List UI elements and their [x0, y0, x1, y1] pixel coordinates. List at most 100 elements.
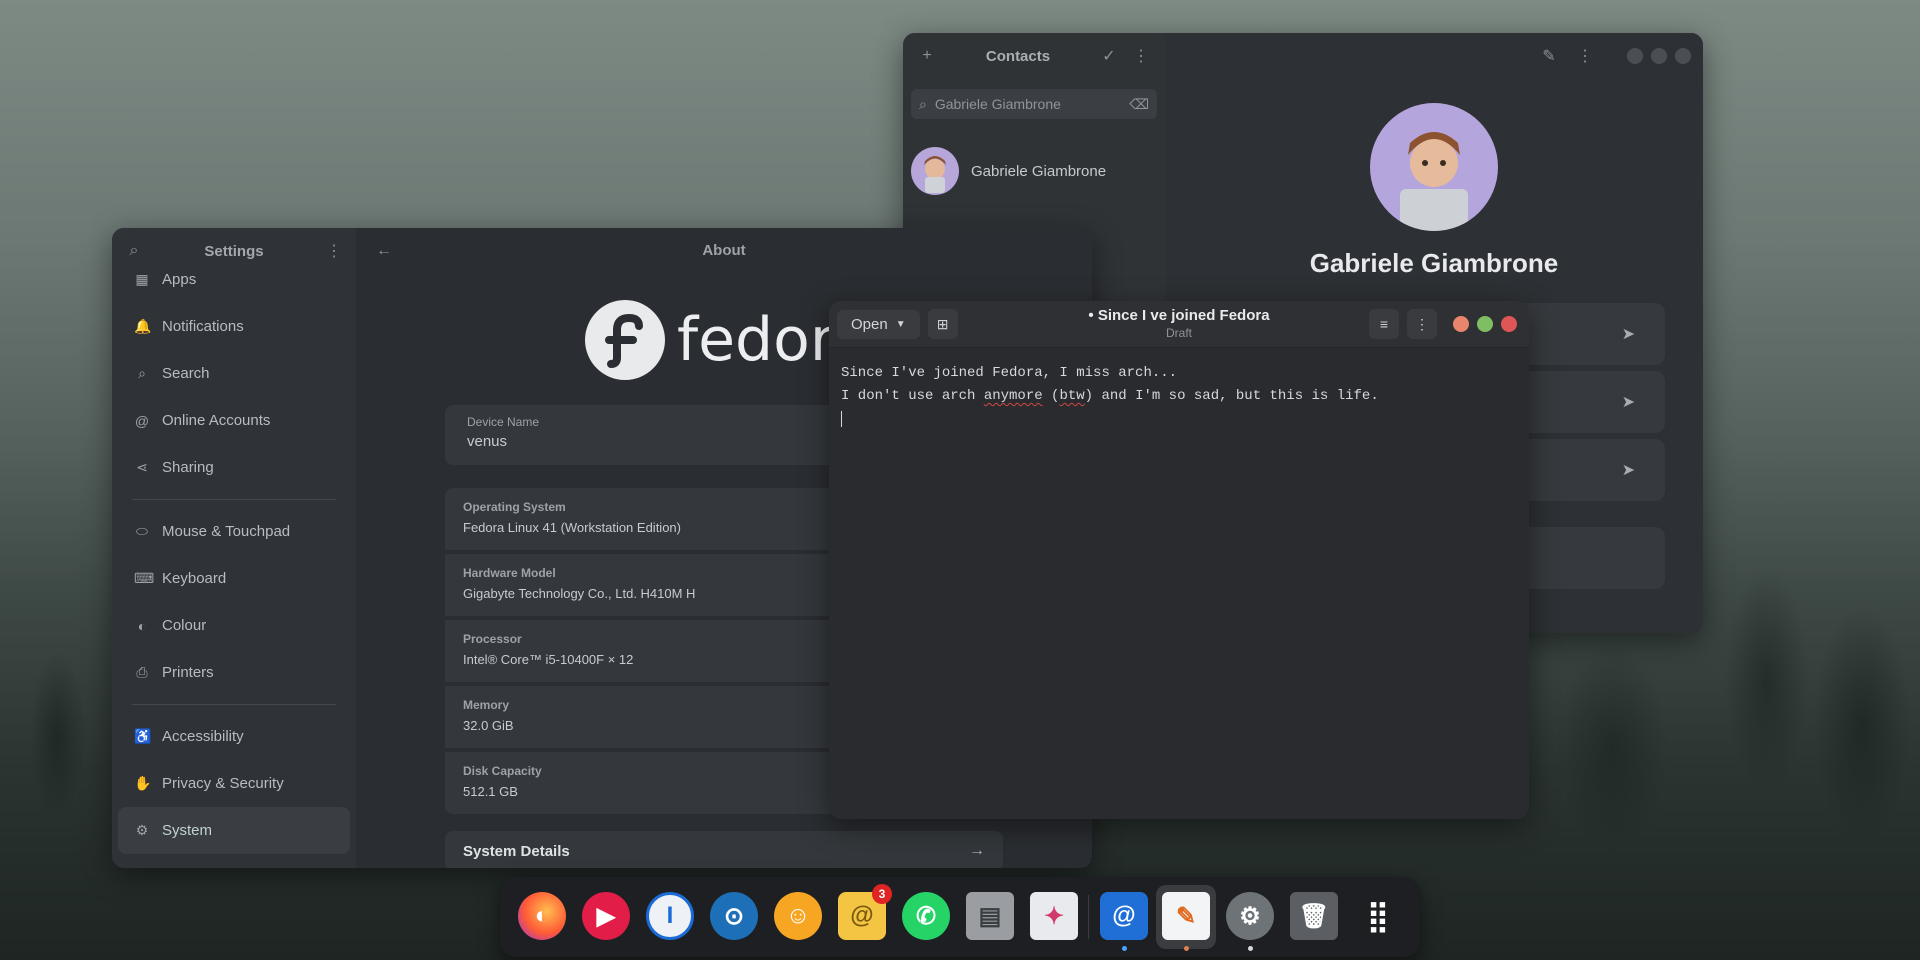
- text-segment: (: [1042, 388, 1060, 404]
- sidebar-item-mouse-touchpad[interactable]: ⬭ Mouse & Touchpad: [118, 508, 350, 555]
- mail-icon[interactable]: @ 3: [838, 884, 892, 940]
- share-icon: ⋖: [136, 459, 148, 475]
- mail-client-icon[interactable]: @: [1100, 892, 1148, 940]
- text-line-2: I don't use arch anymore (btw) and I'm s…: [841, 388, 1379, 404]
- trash-icon[interactable]: 🗑: [1290, 892, 1338, 940]
- sidebar-item-accessibility[interactable]: ♿ Accessibility: [118, 713, 350, 760]
- search-icon: ⌕: [919, 95, 927, 112]
- system-details-row[interactable]: System Details →: [445, 831, 1003, 868]
- bell-icon: 🔔: [134, 318, 152, 334]
- settings-sidebar: ⌕ Settings ⋮ ▦ Apps 🔔 Notifications ⌕ Search @…: [112, 228, 356, 868]
- text-segment: ) and I'm so sad, but this is life.: [1084, 388, 1379, 404]
- maximize-button[interactable]: [1477, 316, 1493, 332]
- avatar: [911, 147, 959, 195]
- settings-nav: ▦ Apps 🔔 Notifications ⌕ Search @ Online Accoun…: [112, 256, 356, 854]
- send-icon[interactable]: ➤: [1622, 460, 1635, 480]
- settings-icon[interactable]: ⚙: [1226, 892, 1274, 940]
- dock-separator: [1088, 895, 1089, 939]
- arrow-right-icon: →: [969, 842, 985, 859]
- document-title-text: Since I ve joined Fedora: [1097, 307, 1270, 324]
- sidebar-item-label: System: [162, 822, 213, 839]
- mouse-icon: ⬭: [136, 523, 148, 539]
- software-icon[interactable]: ✦: [1030, 892, 1078, 940]
- sidebar-item-notifications[interactable]: 🔔 Notifications: [118, 303, 350, 350]
- text-segment: I don't use arch: [841, 388, 984, 404]
- send-icon[interactable]: ➤: [1622, 324, 1635, 344]
- detail-header: ✎ ⋮: [1165, 33, 1703, 79]
- password-manager-icon[interactable]: I: [646, 892, 694, 940]
- close-button[interactable]: [1501, 316, 1517, 332]
- sidebar-item-label: Notifications: [162, 318, 244, 335]
- sidebar-item-label: Apps: [162, 271, 197, 288]
- contacts-search-input[interactable]: ⌕ Gabriele Giambrone ⌫: [911, 89, 1157, 119]
- keyboard-icon: ⌨: [134, 570, 155, 586]
- clear-icon[interactable]: ⌫: [1129, 96, 1149, 113]
- fedora-logo-icon: [585, 300, 665, 380]
- sidebar-item-sharing[interactable]: ⋖ Sharing: [118, 444, 350, 491]
- apps-icon: ▦: [135, 271, 149, 287]
- sidebar-item-keyboard[interactable]: ⌨ Keyboard: [118, 555, 350, 602]
- sidebar-item-printers[interactable]: ⎙ Printers: [118, 649, 350, 696]
- text-area[interactable]: Since I've joined Fedora, I miss arch...…: [829, 348, 1529, 445]
- editor-header: Open ▼ ⊞ • Since I ve joined Fedora Draf…: [829, 301, 1529, 348]
- sidebar-item-label: Online Accounts: [162, 412, 271, 429]
- search-icon: ⌕: [138, 365, 146, 381]
- sidebar-item-privacy-security[interactable]: ✋ Privacy & Security: [118, 760, 350, 807]
- system-details-label: System Details: [463, 842, 570, 860]
- menu-icon[interactable]: ⋮: [320, 237, 348, 265]
- text-editor-icon[interactable]: ✎: [1162, 892, 1210, 940]
- misspelled-word: anymore: [983, 388, 1043, 404]
- add-contact-icon[interactable]: +: [913, 42, 941, 70]
- music-icon[interactable]: ▶: [582, 892, 630, 940]
- sidebar-item-label: Sharing: [162, 459, 214, 476]
- sidebar-item-system[interactable]: ⚙ System: [118, 807, 350, 854]
- select-icon[interactable]: ✓: [1095, 42, 1123, 70]
- list-item[interactable]: Gabriele Giambrone: [903, 129, 1165, 213]
- sidebar-item-search[interactable]: ⌕ Search: [118, 350, 350, 397]
- hamburger-menu-button[interactable]: ≡: [1369, 309, 1399, 339]
- whatsapp-icon[interactable]: ✆: [902, 892, 950, 940]
- contacts-header: + Contacts ✓ ⋮: [903, 33, 1165, 79]
- sidebar-item-label: Printers: [162, 664, 214, 681]
- sidebar-item-label: Privacy & Security: [162, 775, 284, 792]
- app-grid-icon[interactable]: ⣿: [1354, 892, 1402, 940]
- avatar-large: [1370, 103, 1498, 231]
- close-button[interactable]: [1675, 48, 1691, 64]
- search-icon[interactable]: ⌕: [120, 237, 148, 265]
- maximize-button[interactable]: [1651, 48, 1667, 64]
- edit-icon[interactable]: ✎: [1535, 42, 1563, 70]
- search-value: Gabriele Giambrone: [934, 96, 1061, 112]
- nav-separator: [132, 499, 336, 500]
- dock: ◐ ▶ I ⊙ ☺ @ 3 ✆ ▤ ✦ @ ✎ ⚙ 🗑 ⣿: [500, 877, 1420, 957]
- files-icon[interactable]: ▤: [966, 892, 1014, 940]
- discord-icon[interactable]: ☺: [774, 892, 822, 940]
- contacts-title: Contacts: [985, 47, 1051, 65]
- gear-icon: ⚙: [135, 822, 149, 838]
- running-indicator: [1248, 946, 1253, 951]
- sidebar-item-label: Search: [162, 365, 210, 382]
- contact-name: Gabriele Giambrone: [971, 162, 1107, 180]
- send-icon[interactable]: ➤: [1622, 392, 1635, 412]
- minimize-button[interactable]: [1627, 48, 1643, 64]
- menu-icon[interactable]: ⋮: [1571, 42, 1599, 70]
- colour-icon: ◐: [137, 617, 147, 634]
- more-menu-button[interactable]: ⋮: [1407, 309, 1437, 339]
- steam-icon[interactable]: ⊙: [710, 892, 758, 940]
- minimize-button[interactable]: [1453, 316, 1469, 332]
- sidebar-item-colour[interactable]: ◐ Colour: [118, 602, 350, 649]
- sidebar-item-label: Keyboard: [162, 570, 227, 587]
- running-indicator: [1122, 946, 1127, 951]
- sidebar-item-label: Accessibility: [162, 728, 244, 745]
- firefox-icon[interactable]: ◐: [518, 892, 566, 940]
- misspelled-word: btw: [1059, 388, 1085, 404]
- running-indicator: [1184, 946, 1189, 951]
- sidebar-item-online-accounts[interactable]: @ Online Accounts: [118, 397, 350, 444]
- badge-count: 3: [872, 884, 892, 904]
- sidebar-item-label: Colour: [162, 617, 207, 634]
- nav-separator: [132, 704, 336, 705]
- menu-icon[interactable]: ⋮: [1127, 42, 1155, 70]
- text-editor-window: Open ▼ ⊞ • Since I ve joined Fedora Draf…: [829, 301, 1529, 819]
- fedora-logo: fedor: [585, 300, 835, 380]
- page-title: About: [702, 242, 746, 259]
- sidebar-item-apps[interactable]: ▦ Apps: [118, 256, 350, 303]
